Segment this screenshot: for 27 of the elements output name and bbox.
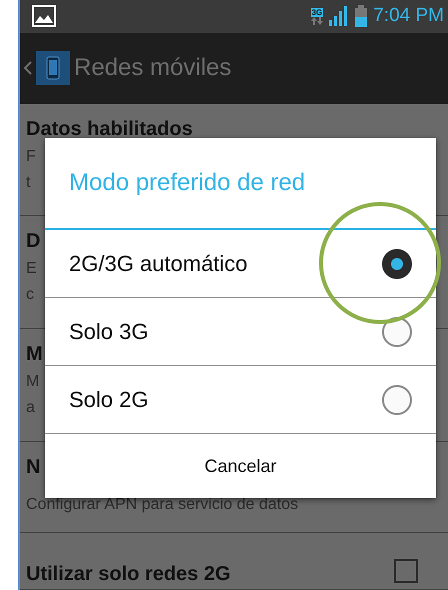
data-arrows-icon (310, 16, 323, 25)
network-mode-option[interactable]: Solo 3G (45, 298, 436, 366)
screen-title: Redes móviles (74, 54, 232, 82)
network-mode-option[interactable]: Solo 2G (45, 366, 436, 434)
radio-button[interactable] (382, 248, 412, 278)
image-icon (32, 5, 56, 28)
setting-summary: a (26, 398, 35, 418)
setting-title: M (26, 342, 43, 368)
setting-summary: F (26, 146, 36, 167)
network-mode-option[interactable]: 2G/3G automático (45, 230, 436, 298)
setting-summary: t (26, 172, 30, 193)
network-type-label: 3G (310, 8, 324, 17)
setting-title: N (26, 455, 40, 480)
checkbox[interactable] (394, 559, 418, 583)
setting-summary: c (26, 285, 34, 306)
cancel-button[interactable]: Cancelar (45, 434, 436, 498)
setting-title: D (26, 229, 40, 254)
phone-app-icon (36, 51, 70, 86)
back-caret-icon[interactable] (24, 61, 32, 76)
setting-summary: Configurar APN para servicio de datos (26, 495, 298, 516)
battery-icon (355, 5, 368, 28)
setting-summary: E (26, 259, 37, 280)
setting-title: Utilizar solo redes 2G (26, 562, 231, 587)
signal-icon (329, 6, 350, 26)
radio-button[interactable] (382, 384, 412, 414)
clock-time: 7:04 PM (373, 5, 444, 28)
setting-summary: M (26, 372, 40, 392)
